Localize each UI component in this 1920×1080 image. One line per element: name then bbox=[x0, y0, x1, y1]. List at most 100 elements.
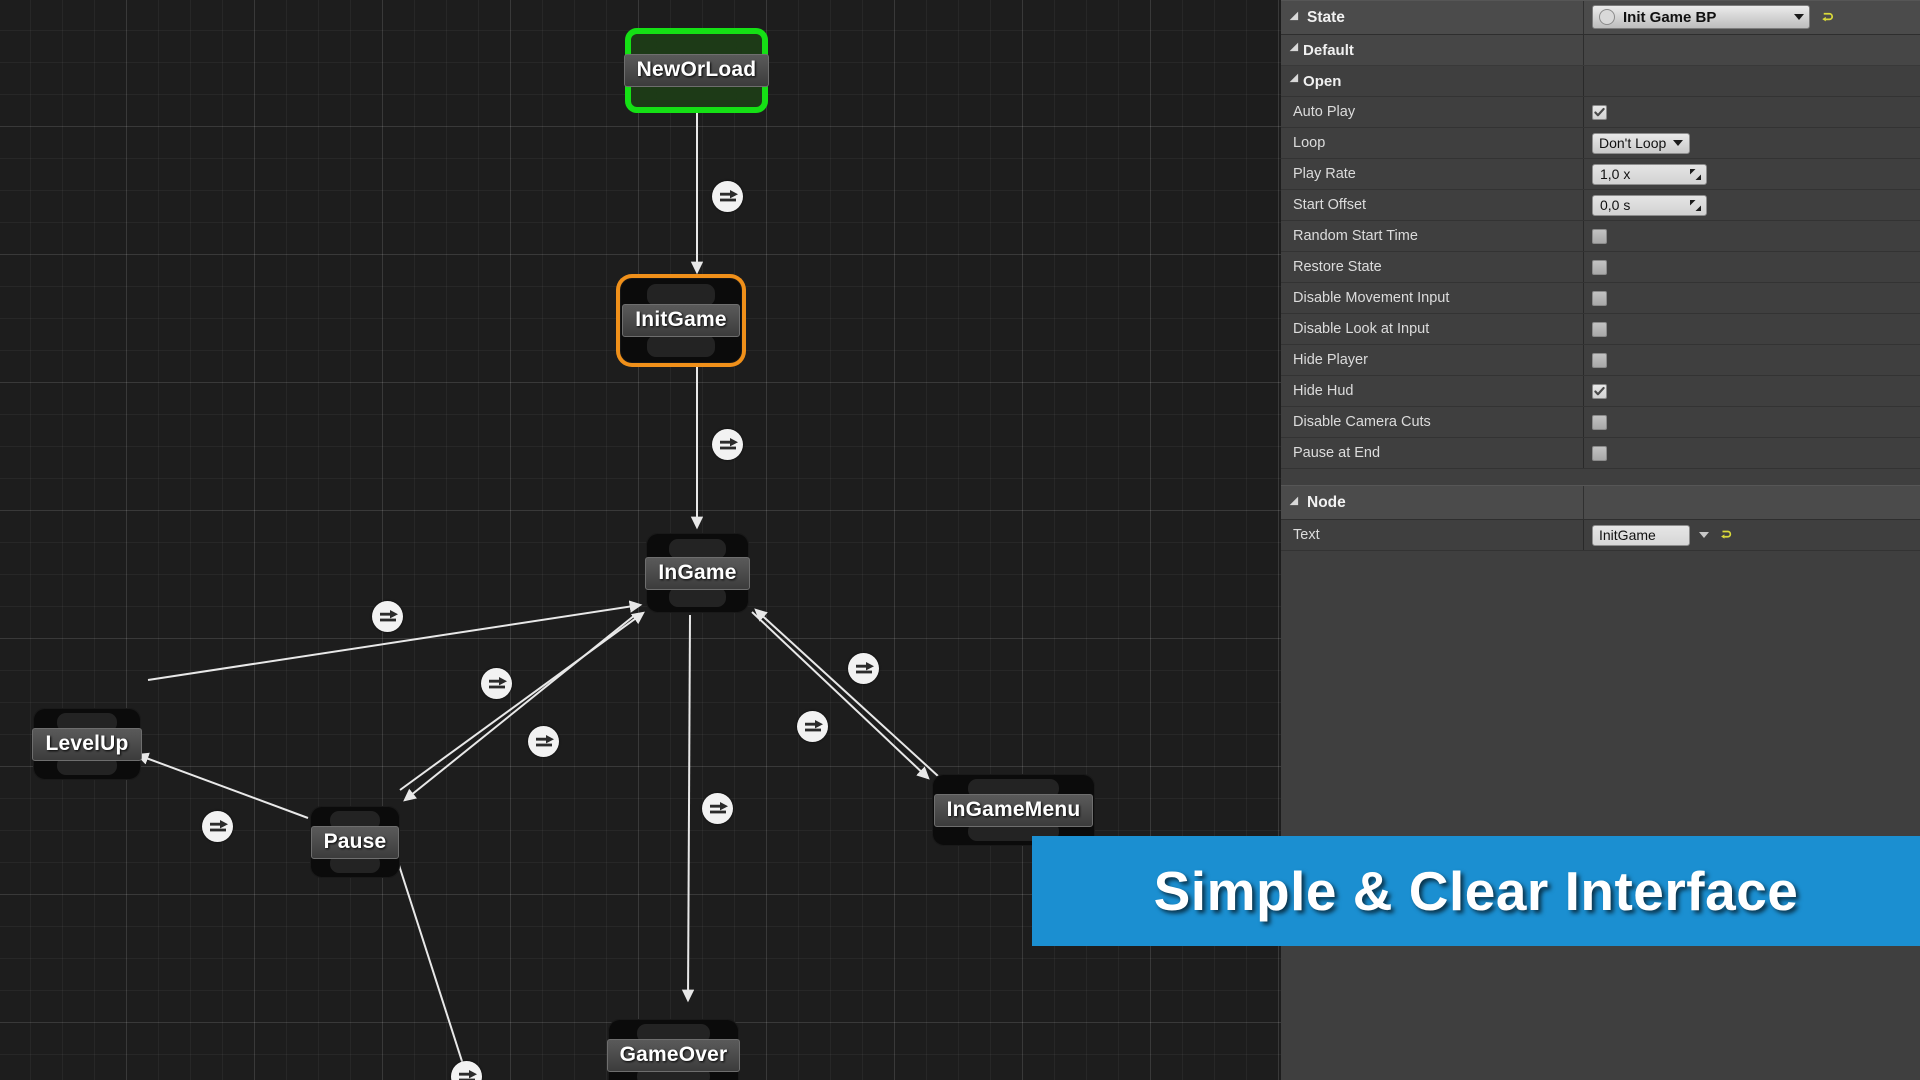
state-node-newOrLoad[interactable]: NewOrLoad bbox=[623, 28, 770, 113]
transition-edge[interactable] bbox=[397, 861, 469, 1080]
promo-banner-text: Simple & Clear Interface bbox=[1153, 860, 1799, 922]
group-row-open[interactable]: Open bbox=[1281, 66, 1920, 97]
property-row-start-offset[interactable]: Start Offset 0,0 s bbox=[1281, 190, 1920, 221]
property-label-auto-play: Auto Play bbox=[1293, 104, 1356, 120]
property-label-disable-camera-cuts: Disable Camera Cuts bbox=[1293, 414, 1431, 430]
checkbox-hide-hud[interactable] bbox=[1592, 383, 1607, 399]
state-category-header[interactable]: State Init Game BP bbox=[1281, 0, 1920, 35]
property-row-pause-at-end[interactable]: Pause at End bbox=[1281, 438, 1920, 469]
state-asset-combo[interactable]: Init Game BP bbox=[1592, 5, 1810, 29]
state-node-gameOver[interactable]: GameOver bbox=[606, 1019, 741, 1080]
column-divider bbox=[1583, 1, 1584, 34]
property-row-hide-player[interactable]: Hide Player bbox=[1281, 345, 1920, 376]
state-node-label: LevelUp bbox=[32, 727, 142, 761]
property-row-hide-hud[interactable]: Hide Hud bbox=[1281, 376, 1920, 407]
number-input-play-rate[interactable]: 1,0 x bbox=[1592, 163, 1707, 185]
checkbox-restore-state[interactable] bbox=[1592, 259, 1607, 275]
checkbox-hide-player[interactable] bbox=[1592, 352, 1607, 368]
property-label-hide-player: Hide Player bbox=[1293, 352, 1368, 368]
transition-edge[interactable] bbox=[754, 608, 939, 777]
combo-loop[interactable]: Don't Loop bbox=[1592, 132, 1691, 154]
transition-edge[interactable] bbox=[399, 611, 645, 791]
column-divider bbox=[1583, 128, 1584, 158]
transition-node-t-newOrLoad-initGame[interactable] bbox=[712, 181, 743, 212]
column-divider bbox=[1583, 283, 1584, 313]
transition-edge[interactable] bbox=[681, 614, 695, 1003]
transition-node-t-levelUp-inGame[interactable] bbox=[372, 601, 403, 632]
expand-triangle-icon bbox=[1289, 42, 1303, 55]
chevron-down-icon bbox=[1673, 140, 1684, 146]
property-row-loop[interactable]: Loop Don't Loop bbox=[1281, 128, 1920, 159]
expand-triangle-icon bbox=[1289, 73, 1303, 86]
column-divider bbox=[1583, 97, 1584, 127]
transition-edge[interactable] bbox=[403, 614, 636, 802]
state-node-inGame[interactable]: InGame bbox=[645, 533, 750, 613]
state-node-label: GameOver bbox=[606, 1038, 741, 1072]
group-row-default[interactable]: Default bbox=[1281, 35, 1920, 66]
state-node-pause[interactable]: Pause bbox=[310, 806, 400, 878]
property-row-random-start-time[interactable]: Random Start Time bbox=[1281, 221, 1920, 252]
property-row-restore-state[interactable]: Restore State bbox=[1281, 252, 1920, 283]
property-label-disable-movement-input: Disable Movement Input bbox=[1293, 290, 1450, 306]
reset-arrow-icon[interactable] bbox=[1820, 10, 1835, 25]
drag-handle-icon[interactable] bbox=[1690, 199, 1701, 211]
number-value-start-offset: 0,0 s bbox=[1600, 197, 1631, 213]
property-rows: Auto Play Loop Don't Loop Play Rate 1,0 x Sta… bbox=[1281, 97, 1920, 469]
checkbox-random-start-time[interactable] bbox=[1592, 228, 1607, 244]
property-label-restore-state: Restore State bbox=[1293, 259, 1382, 275]
transition-arrow-icon bbox=[855, 661, 874, 673]
transition-arrow-icon bbox=[209, 819, 228, 831]
transition-node-t-inGameMenu-inGame-b[interactable] bbox=[797, 711, 828, 742]
transition-node-t-inGameMenu-inGame-a[interactable] bbox=[848, 653, 879, 684]
property-row-disable-look-at-input[interactable]: Disable Look at Input bbox=[1281, 314, 1920, 345]
state-node-label: InGame bbox=[645, 556, 750, 590]
chevron-down-icon[interactable] bbox=[1699, 532, 1709, 538]
column-divider bbox=[1583, 376, 1584, 406]
group-label-default: Default bbox=[1303, 41, 1354, 59]
node-text-input[interactable]: InitGame bbox=[1592, 524, 1690, 546]
node-category-header[interactable]: Node bbox=[1281, 485, 1920, 520]
drag-handle-icon[interactable] bbox=[1690, 168, 1701, 180]
state-node-initGame[interactable]: InitGame bbox=[620, 278, 742, 363]
transition-node-t-initGame-inGame[interactable] bbox=[712, 429, 743, 460]
transition-arrow-icon bbox=[804, 719, 823, 731]
transition-node-t-pause-inGame-a[interactable] bbox=[481, 668, 512, 699]
transition-node-t-pause-levelUp[interactable] bbox=[202, 811, 233, 842]
node-lobe-bottom bbox=[668, 586, 727, 608]
property-label-text: Text bbox=[1293, 527, 1320, 543]
property-row-disable-camera-cuts[interactable]: Disable Camera Cuts bbox=[1281, 407, 1920, 438]
state-node-label: NewOrLoad bbox=[623, 54, 770, 87]
state-node-levelUp[interactable]: LevelUp bbox=[32, 708, 142, 780]
transition-node-t-pause-gameOver[interactable] bbox=[451, 1061, 482, 1080]
checkbox-disable-look-at-input[interactable] bbox=[1592, 321, 1607, 337]
checkbox-pause-at-end[interactable] bbox=[1592, 445, 1607, 461]
transition-node-t-inGame-gameOver[interactable] bbox=[702, 793, 733, 824]
property-label-random-start-time: Random Start Time bbox=[1293, 228, 1418, 244]
transition-node-t-pause-inGame-b[interactable] bbox=[528, 726, 559, 757]
property-label-hide-hud: Hide Hud bbox=[1293, 383, 1354, 399]
property-row-play-rate[interactable]: Play Rate 1,0 x bbox=[1281, 159, 1920, 190]
number-input-start-offset[interactable]: 0,0 s bbox=[1592, 194, 1707, 216]
state-node-label: Pause bbox=[310, 825, 400, 859]
checkbox-auto-play[interactable] bbox=[1592, 104, 1607, 120]
reset-arrow-icon[interactable] bbox=[1719, 528, 1733, 542]
node-text-value: InitGame bbox=[1599, 527, 1656, 543]
transition-edge[interactable] bbox=[135, 752, 309, 819]
transition-arrow-icon bbox=[535, 734, 554, 746]
node-lobe-bottom bbox=[646, 334, 716, 358]
property-row-disable-movement-input[interactable]: Disable Movement Input bbox=[1281, 283, 1920, 314]
checkbox-disable-camera-cuts[interactable] bbox=[1592, 414, 1607, 430]
column-divider bbox=[1583, 438, 1584, 468]
state-node-label: InGameMenu bbox=[933, 793, 1094, 827]
transition-edge[interactable] bbox=[751, 611, 930, 780]
property-label-play-rate: Play Rate bbox=[1293, 166, 1356, 182]
column-divider bbox=[1583, 159, 1584, 189]
property-row-auto-play[interactable]: Auto Play bbox=[1281, 97, 1920, 128]
property-row-text[interactable]: Text InitGame bbox=[1281, 520, 1920, 551]
combo-value-loop: Don't Loop bbox=[1599, 135, 1667, 151]
state-node-label: InitGame bbox=[622, 304, 740, 337]
column-divider bbox=[1583, 314, 1584, 344]
transition-arrow-icon bbox=[709, 801, 728, 813]
checkbox-disable-movement-input[interactable] bbox=[1592, 290, 1607, 306]
state-category-title: State bbox=[1307, 8, 1345, 26]
